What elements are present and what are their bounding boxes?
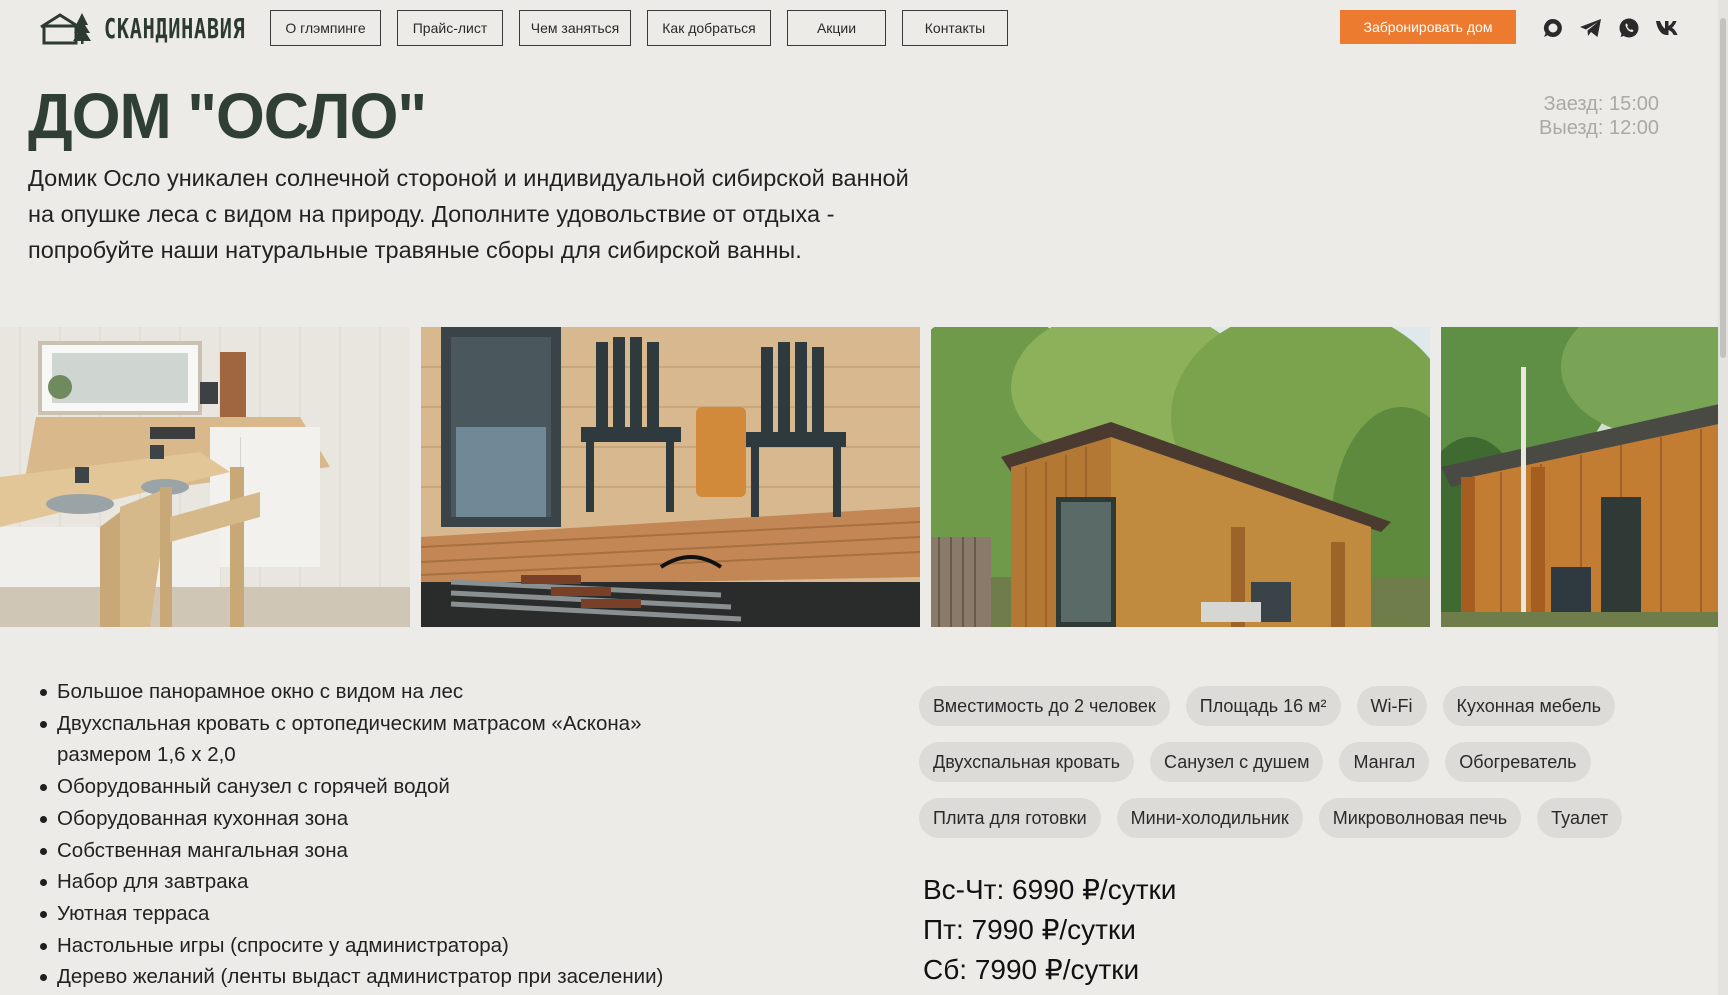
amenities-chips: Вместимость до 2 человек Площадь 16 м² W… bbox=[919, 686, 1639, 838]
amenity-chip: Плита для готовки bbox=[919, 798, 1101, 838]
checkout-time: Выезд: 12:00 bbox=[1539, 117, 1659, 139]
price-saturday: Сб: 7990 ₽/сутки bbox=[923, 954, 1140, 985]
kitchen-photo[interactable] bbox=[0, 327, 410, 627]
social-links bbox=[1541, 16, 1679, 40]
cabin-exterior-photo[interactable] bbox=[931, 327, 1430, 627]
list-item: Большое панорамное окно с видом на лес bbox=[40, 676, 740, 708]
price-weekdays: Вс-Чт: 6990 ₽/сутки bbox=[923, 874, 1177, 905]
amenity-chip: Микроволновая печь bbox=[1318, 798, 1522, 838]
list-item: Уютная терраса bbox=[40, 898, 740, 930]
list-item: Оборудованная кухонная зона bbox=[40, 803, 740, 835]
page-title: ДОМ "ОСЛО" bbox=[28, 80, 427, 152]
book-house-button[interactable]: Забронировать дом bbox=[1340, 10, 1516, 44]
nav-directions[interactable]: Как добраться bbox=[647, 10, 771, 46]
cabin-side-photo[interactable] bbox=[1441, 327, 1728, 627]
scrollbar-thumb[interactable] bbox=[1720, 18, 1726, 358]
amenity-chip: Мангал bbox=[1339, 742, 1430, 782]
list-item: Настольные игры (спросите у администрато… bbox=[40, 930, 740, 962]
list-item: Двухспальная кровать с ортопедическим ма… bbox=[40, 708, 740, 771]
vk-icon[interactable] bbox=[1655, 16, 1679, 40]
chat-bubble-icon[interactable] bbox=[1541, 16, 1565, 40]
amenity-chip: Мини-холодильник bbox=[1116, 798, 1303, 838]
list-item: Собственная мангальная зона bbox=[40, 835, 740, 867]
features-list: Большое панорамное окно с видом на лес Д… bbox=[40, 676, 740, 993]
amenity-chip: Площадь 16 м² bbox=[1185, 686, 1341, 726]
amenity-chip: Wi-Fi bbox=[1356, 686, 1427, 726]
checkin-info: Заезд: 15:00 Выезд: 12:00 bbox=[1539, 92, 1659, 140]
nav-contacts[interactable]: Контакты bbox=[902, 10, 1008, 46]
whatsapp-icon[interactable] bbox=[1617, 16, 1641, 40]
price-list: Вс-Чт: 6990 ₽/сутки Пт: 7990 ₽/сутки Сб:… bbox=[923, 870, 1176, 990]
logo[interactable]: СКАНДИНАВИЯ bbox=[38, 10, 300, 46]
logo-text: СКАНДИНАВИЯ bbox=[104, 11, 246, 45]
price-friday: Пт: 7990 ₽/сутки bbox=[923, 914, 1136, 945]
list-item: Дерево желаний (ленты выдаст администрат… bbox=[40, 961, 740, 993]
house-tree-icon bbox=[40, 13, 91, 45]
amenity-chip: Обогреватель bbox=[1445, 742, 1591, 782]
page-scrollbar[interactable] bbox=[1718, 0, 1728, 995]
main-nav: О глэмпинге Прайс-лист Чем заняться Как … bbox=[270, 10, 1008, 46]
nav-activities[interactable]: Чем заняться bbox=[519, 10, 631, 46]
telegram-icon[interactable] bbox=[1579, 16, 1603, 40]
house-description: Домик Осло уникален солнечной стороной и… bbox=[28, 165, 909, 263]
nav-about[interactable]: О глэмпинге bbox=[270, 10, 381, 46]
amenity-chip: Кухонная мебель bbox=[1442, 686, 1616, 726]
amenity-chip: Туалет bbox=[1537, 798, 1623, 838]
terrace-chairs-photo[interactable] bbox=[421, 327, 920, 627]
amenity-chip: Двухспальная кровать bbox=[919, 742, 1134, 782]
nav-pricelist[interactable]: Прайс-лист bbox=[397, 10, 503, 46]
amenity-chip: Санузел с душем bbox=[1150, 742, 1324, 782]
site-header: СКАНДИНАВИЯ О глэмпинге Прайс-лист Чем з… bbox=[0, 0, 1728, 56]
nav-promotions[interactable]: Акции bbox=[787, 10, 886, 46]
photo-gallery bbox=[0, 327, 1728, 627]
list-item: Набор для завтрака bbox=[40, 866, 740, 898]
amenity-chip: Вместимость до 2 человек bbox=[919, 686, 1170, 726]
checkin-time: Заезд: 15:00 bbox=[1543, 93, 1659, 115]
list-item: Оборудованный санузел с горячей водой bbox=[40, 771, 740, 803]
